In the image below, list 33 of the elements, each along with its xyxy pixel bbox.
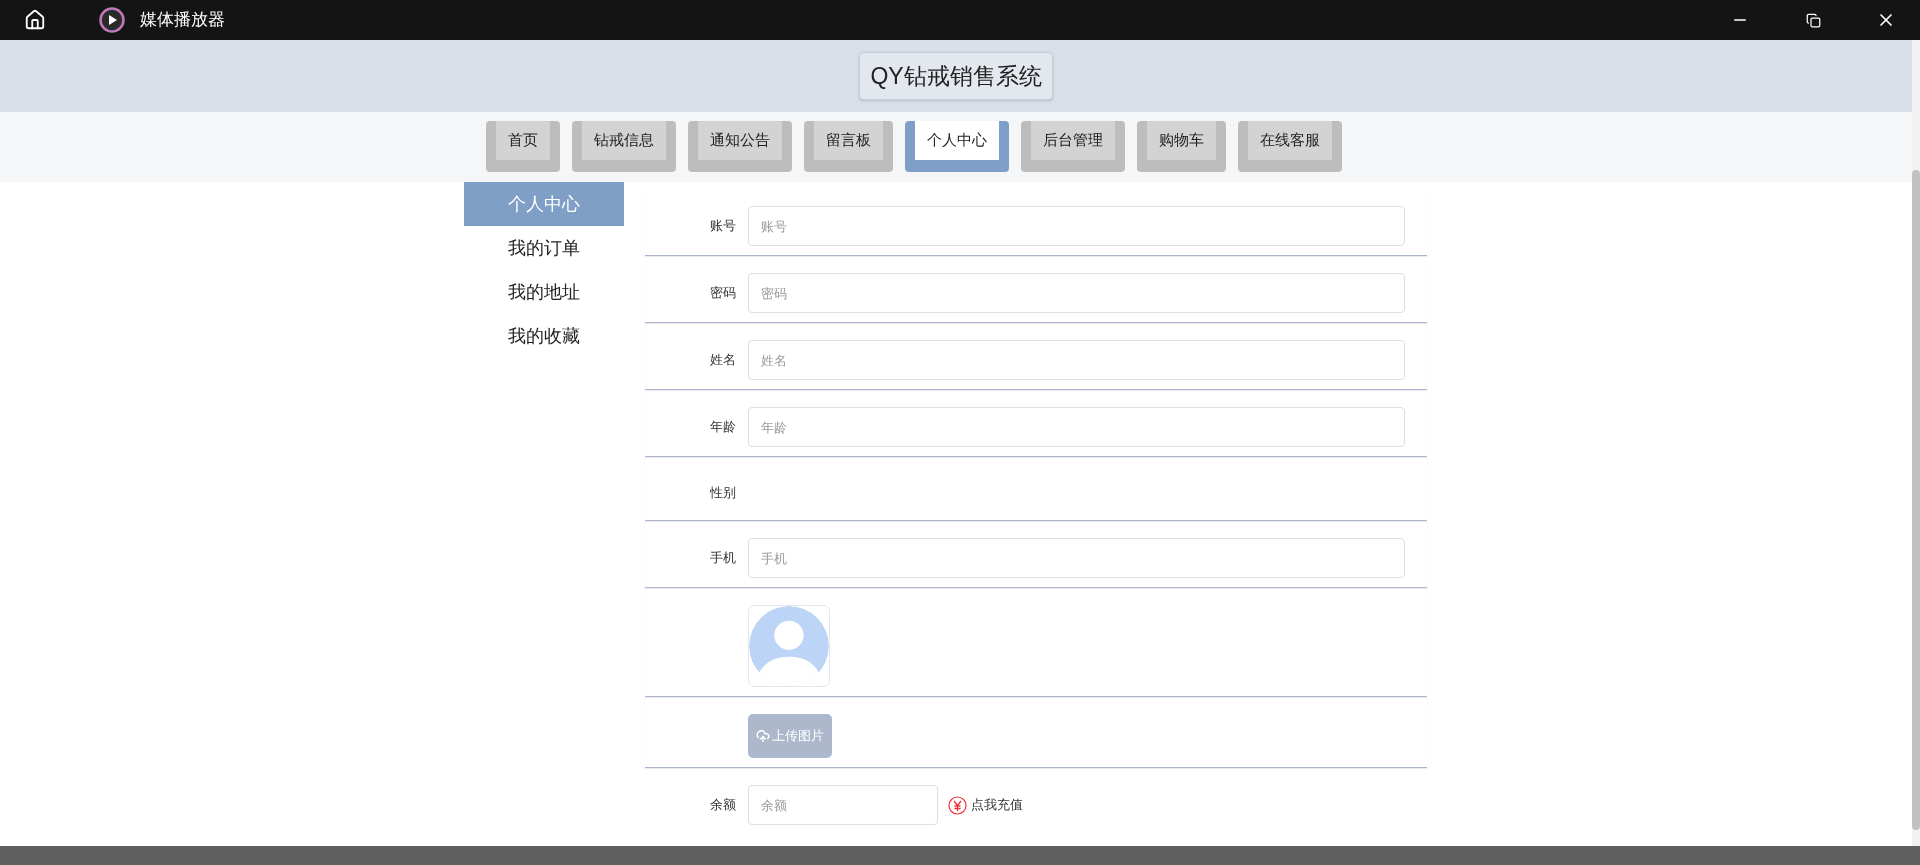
- nav-tab[interactable]: 在线客服: [1238, 121, 1342, 172]
- nav-tab[interactable]: 留言板: [804, 121, 893, 172]
- site-title: QY钻戒销售系统: [859, 51, 1053, 101]
- text-field[interactable]: 手机: [748, 538, 1405, 578]
- text-field[interactable]: 账号: [748, 206, 1405, 246]
- text-field[interactable]: 年龄: [748, 407, 1405, 447]
- field-label: 年龄: [710, 418, 736, 437]
- text-field[interactable]: 姓名: [748, 340, 1405, 380]
- text-field[interactable]: 余额: [748, 785, 938, 825]
- nav-tab[interactable]: 钻戒信息: [572, 121, 676, 172]
- field-label: 密码: [710, 284, 736, 303]
- upload-icon: [756, 729, 770, 743]
- text-field[interactable]: 密码: [748, 273, 1405, 313]
- nav-tab[interactable]: 通知公告: [688, 121, 792, 172]
- field-label: 手机: [710, 549, 736, 568]
- nav-tab[interactable]: 首页: [486, 121, 560, 172]
- yuan-icon: [948, 795, 967, 815]
- restore-icon[interactable]: [1806, 12, 1821, 28]
- nav-tab[interactable]: 个人中心: [905, 121, 1009, 172]
- sidebar-item[interactable]: 我的订单: [464, 226, 624, 270]
- recharge-link[interactable]: 点我充值: [948, 795, 1023, 815]
- field-label: 账号: [710, 217, 736, 236]
- nav-tab[interactable]: 购物车: [1137, 121, 1226, 172]
- field-label: 姓名: [710, 351, 736, 370]
- field-label: 性别: [710, 483, 736, 502]
- play-icon: [99, 7, 125, 33]
- home-icon[interactable]: [24, 9, 46, 31]
- scrollbar[interactable]: [1912, 40, 1920, 846]
- nav-tab[interactable]: 后台管理: [1021, 121, 1125, 172]
- sidebar-item[interactable]: 我的地址: [464, 270, 624, 314]
- field-label: 余额: [710, 796, 736, 815]
- sidebar-item[interactable]: 我的收藏: [464, 314, 624, 358]
- window-title: 媒体播放器: [140, 9, 225, 32]
